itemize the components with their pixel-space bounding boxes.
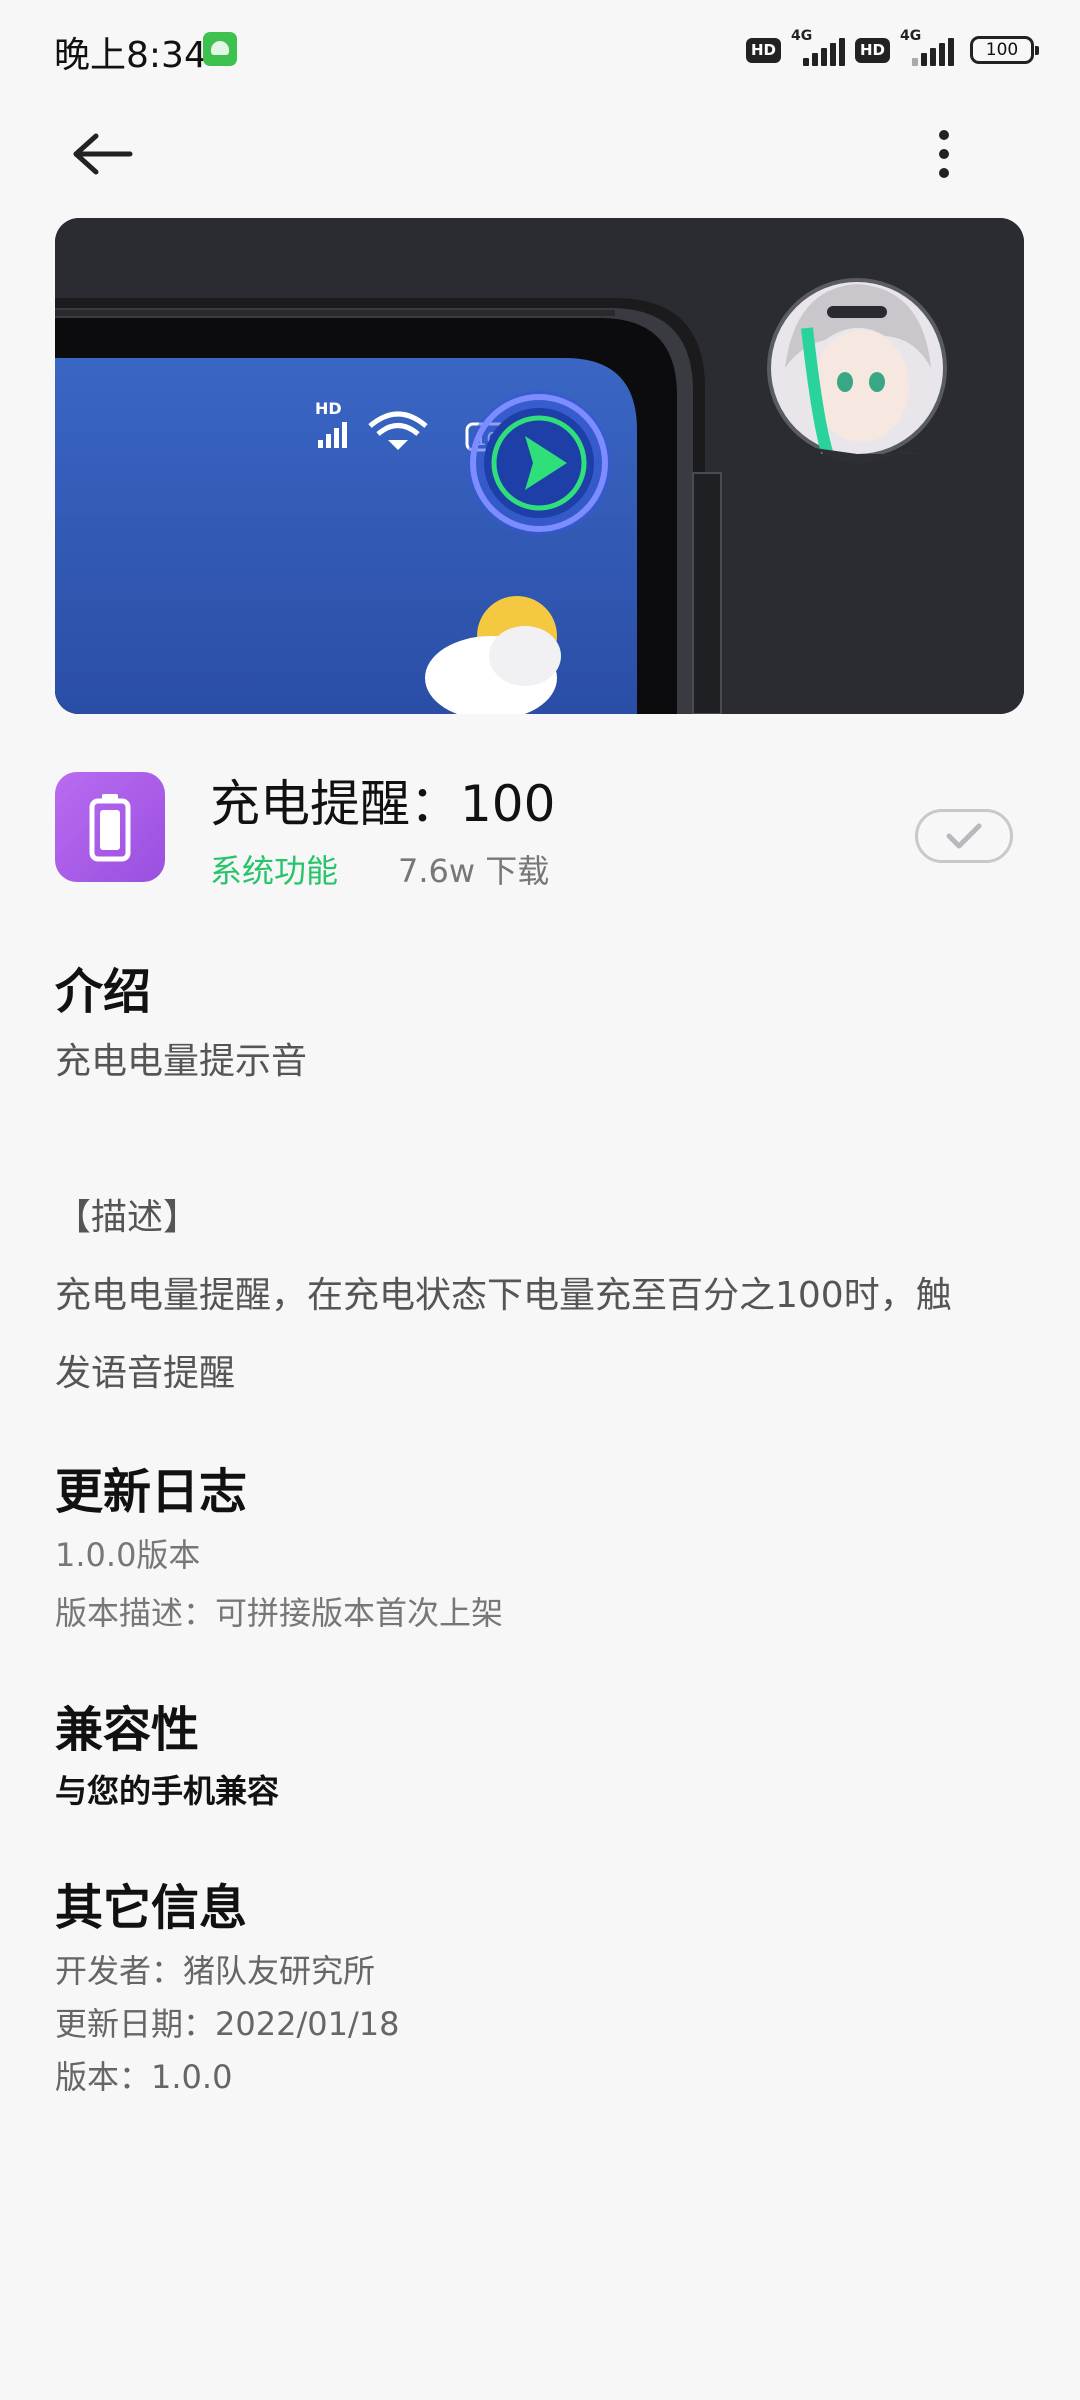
more-vertical-icon (939, 130, 949, 178)
description-heading: 【描述】 (55, 1197, 200, 1238)
signal-icon-2: 4G (900, 28, 954, 68)
changelog-version: 1.0.0版本 (55, 1536, 201, 1574)
hd-icon: HD (745, 37, 781, 63)
download-count: 7.6w 下载 (398, 852, 550, 890)
svg-text:HD: HD (315, 399, 342, 418)
preview-banner[interactable]: HD 100 (55, 218, 1024, 714)
arrow-left-icon (73, 133, 133, 175)
update-date-info: 更新日期：2022/01/18 (55, 2005, 400, 2043)
intro-summary: 充电电量提示音 (55, 1041, 308, 1082)
changelog-heading: 更新日志 (55, 1464, 248, 1520)
description-line-1: 充电电量提醒，在充电状态下电量充至百分之100时，触 (55, 1275, 952, 1316)
version-info: 版本：1.0.0 (55, 2058, 233, 2096)
signal-icon: 4G (791, 28, 845, 68)
status-bar: 晚上8:34 HD 4G HD 4G 100 (0, 0, 1080, 96)
more-options-button[interactable] (902, 112, 986, 196)
intro-heading: 介绍 (55, 964, 152, 1020)
compatibility-text: 与您的手机兼容 (55, 1772, 280, 1810)
check-icon (946, 823, 982, 849)
banner-illustration: HD 100 (55, 218, 1024, 714)
app-icon (55, 772, 165, 882)
developer-info: 开发者：猪队友研究所 (55, 1952, 376, 1990)
changelog-description: 版本描述：可拼接版本首次上架 (55, 1594, 504, 1632)
other-info-heading: 其它信息 (55, 1880, 248, 1936)
android-notification-icon (203, 32, 237, 66)
back-button[interactable] (60, 112, 144, 196)
app-title: 充电提醒：100 (210, 775, 556, 833)
battery-icon (89, 794, 131, 862)
status-icons: HD 4G HD 4G 100 (745, 28, 1039, 70)
description-line-2: 发语音提醒 (55, 1353, 236, 1394)
battery-icon: 100 (970, 36, 1039, 64)
hd-icon-2: HD (854, 37, 890, 63)
status-time: 晚上8:34 (54, 35, 207, 76)
installed-button[interactable] (915, 809, 1013, 863)
compatibility-heading: 兼容性 (55, 1702, 200, 1758)
app-category[interactable]: 系统功能 (210, 846, 338, 892)
